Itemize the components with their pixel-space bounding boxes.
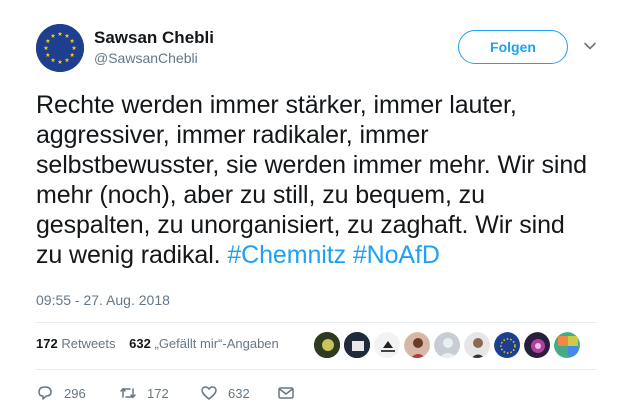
display-name[interactable]: Sawsan Chebli <box>94 27 214 49</box>
tweet-timestamp[interactable]: 09:55 - 27. Aug. 2018 <box>36 292 170 308</box>
liker-avatar[interactable] <box>493 331 521 359</box>
eu-flag-icon <box>36 24 84 72</box>
user-names: Sawsan Chebli @SawsanChebli <box>94 27 214 67</box>
chevron-down-icon[interactable] <box>582 38 598 54</box>
retweets-count: 172 <box>36 336 58 351</box>
liker-avatar[interactable] <box>373 331 401 359</box>
retweet-button[interactable]: 172 <box>119 381 169 405</box>
divider <box>36 322 596 323</box>
liker-avatar[interactable] <box>433 331 461 359</box>
tweet-header: Sawsan Chebli @SawsanChebli Folgen <box>36 24 606 72</box>
like-count: 632 <box>228 385 250 401</box>
liker-avatar[interactable] <box>463 331 491 359</box>
divider <box>36 369 596 370</box>
avatar[interactable] <box>36 24 84 72</box>
heart-icon <box>201 386 217 400</box>
likes-stat[interactable]: 632 „Gefällt mir“-Angaben <box>129 336 279 351</box>
likes-count: 632 <box>129 336 151 351</box>
retweet-icon <box>120 388 136 398</box>
user-handle[interactable]: @SawsanChebli <box>94 49 214 67</box>
reply-icon <box>38 386 52 400</box>
retweets-label: Retweets <box>61 336 116 351</box>
tweet-actions: 296 172 632 <box>36 381 336 405</box>
retweets-stat[interactable]: 172 Retweets <box>36 336 116 351</box>
retweet-count: 172 <box>147 385 169 401</box>
liker-avatar[interactable] <box>553 331 581 359</box>
liker-avatar[interactable] <box>313 331 341 359</box>
reply-count: 296 <box>64 385 86 401</box>
liker-avatar[interactable] <box>403 331 431 359</box>
like-button[interactable]: 632 <box>200 381 250 405</box>
envelope-icon <box>278 387 294 399</box>
hashtag-link[interactable]: #NoAfD <box>353 241 440 269</box>
follow-button[interactable]: Folgen <box>458 30 568 64</box>
likes-label: „Gefällt mir“-Angaben <box>154 336 279 351</box>
hashtag-link[interactable]: #Chemnitz <box>227 241 346 269</box>
tweet-text: Rechte werden immer stärker, immer laute… <box>36 90 596 270</box>
liker-avatar[interactable] <box>343 331 371 359</box>
tweet-card: Sawsan Chebli @SawsanChebli Folgen Recht… <box>0 0 634 415</box>
reply-button[interactable]: 296 <box>36 381 86 405</box>
direct-message-button[interactable] <box>277 381 295 405</box>
tweet-stats: 172 Retweets 632 „Gefällt mir“-Angaben <box>36 336 289 351</box>
liker-avatar[interactable] <box>523 331 551 359</box>
